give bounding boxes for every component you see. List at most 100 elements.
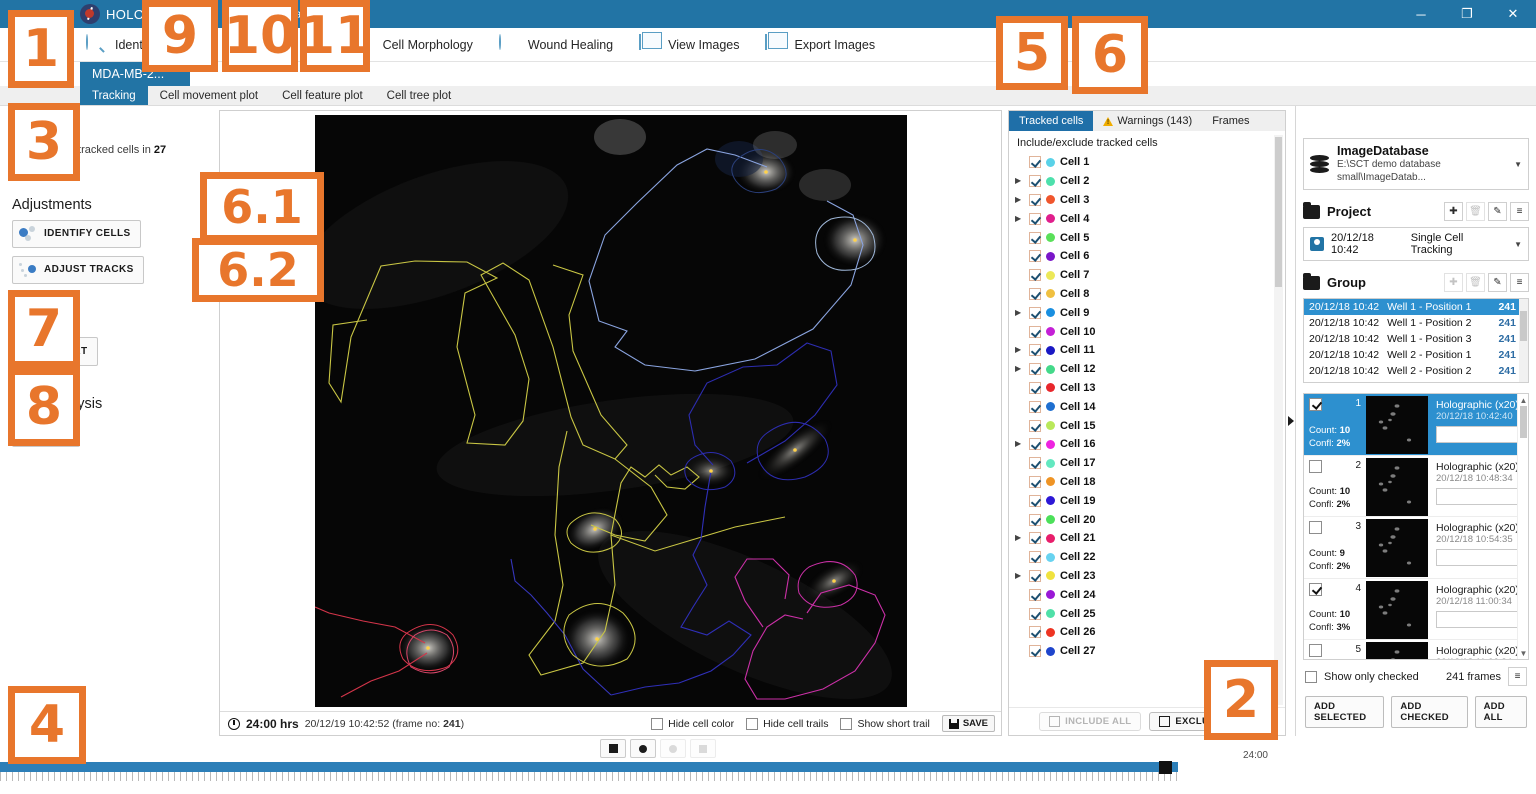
frame-note-input[interactable]: [1436, 549, 1522, 566]
jump-to-start-button[interactable]: [600, 739, 626, 758]
frame-thumbnail[interactable]: [1366, 642, 1428, 660]
frame-list-item[interactable]: 5Count: 9Confl: 3%Holographic (x20)20/12…: [1304, 640, 1528, 660]
cell-checkbox[interactable]: [1029, 589, 1041, 601]
cell-checkbox[interactable]: [1029, 551, 1041, 563]
frame-list-item[interactable]: 3Count: 9Confl: 2%Holographic (x20)20/12…: [1304, 517, 1528, 579]
cell-checkbox[interactable]: [1029, 401, 1041, 413]
group-list[interactable]: 20/12/18 10:42Well 1 - Position 124120/1…: [1303, 298, 1529, 383]
group-list-item[interactable]: 20/12/18 10:42Well 2 - Position 2241: [1304, 363, 1528, 379]
expand-cell-icon[interactable]: ▶: [1015, 309, 1024, 317]
frame-thumbnail[interactable]: [1366, 396, 1428, 453]
cell-list-item[interactable]: Cell 7: [1015, 266, 1285, 285]
frames-scrollbar[interactable]: ▲ ▼: [1517, 394, 1528, 659]
cell-checkbox[interactable]: [1029, 175, 1041, 187]
cell-checkbox[interactable]: [1029, 514, 1041, 526]
frame-checkbox[interactable]: [1309, 521, 1322, 534]
frame-note-input[interactable]: [1436, 611, 1522, 628]
expand-cell-icon[interactable]: ▶: [1015, 365, 1024, 373]
close-button[interactable]: ✕: [1490, 0, 1536, 28]
cell-list-item[interactable]: Cell 5: [1015, 228, 1285, 247]
frame-checkbox[interactable]: [1309, 644, 1322, 657]
cell-checkbox[interactable]: [1029, 495, 1041, 507]
group-scrollbar[interactable]: [1519, 299, 1528, 382]
tab-tracked-cells[interactable]: Tracked cells: [1009, 111, 1093, 131]
group-list-item[interactable]: 20/12/18 10:42Well 1 - Position 1241: [1304, 299, 1528, 315]
group-list-item[interactable]: 20/12/18 10:42Well 1 - Position 2241: [1304, 315, 1528, 331]
cell-checkbox[interactable]: [1029, 438, 1041, 450]
tracked-cells-scrollbar[interactable]: [1274, 135, 1283, 705]
add-selected-button[interactable]: ADD SELECTED: [1305, 696, 1384, 728]
ribbon-cell-morphology[interactable]: Cell Morphology: [383, 38, 473, 52]
cell-list-item[interactable]: Cell 17: [1015, 454, 1285, 473]
timeline-handle[interactable]: [1159, 761, 1172, 774]
frames-list[interactable]: 1Count: 10Confl: 2%Holographic (x20)20/1…: [1303, 393, 1529, 660]
chevron-down-icon[interactable]: ▼: [1514, 240, 1522, 249]
cell-checkbox[interactable]: [1029, 269, 1041, 281]
cell-checkbox[interactable]: [1029, 156, 1041, 168]
frame-list-item[interactable]: 1Count: 10Confl: 2%Holographic (x20)20/1…: [1304, 394, 1528, 456]
frame-note-input[interactable]: [1436, 426, 1522, 443]
show-short-trail-checkbox[interactable]: [840, 718, 852, 730]
expand-cell-icon[interactable]: ▶: [1015, 196, 1024, 204]
cell-list-item[interactable]: Cell 13: [1015, 379, 1285, 398]
expand-cell-icon[interactable]: ▶: [1015, 572, 1024, 580]
cell-checkbox[interactable]: [1029, 382, 1041, 394]
ribbon-wound-healing[interactable]: Wound Healing: [499, 35, 613, 55]
jump-to-end-button[interactable]: [690, 739, 716, 758]
group-list-item[interactable]: 20/12/18 10:42Well 1 - Position 3241: [1304, 331, 1528, 347]
step-back-button[interactable]: [630, 739, 656, 758]
scroll-down-icon[interactable]: ▼: [1519, 648, 1528, 658]
cell-checkbox[interactable]: [1029, 288, 1041, 300]
scroll-up-icon[interactable]: ▲: [1519, 395, 1528, 405]
group-list-item[interactable]: 20/12/18 10:42Well 2 - Position 1241: [1304, 347, 1528, 363]
minimize-button[interactable]: ─: [1398, 0, 1444, 28]
cell-list-item[interactable]: Cell 15: [1015, 416, 1285, 435]
database-selector[interactable]: ImageDatabase E:\SCT demo database small…: [1303, 138, 1529, 190]
chevron-down-icon[interactable]: ▼: [1514, 160, 1522, 169]
tracked-cells-list[interactable]: Cell 1▶Cell 2▶Cell 3▶Cell 4Cell 5Cell 6C…: [1009, 153, 1285, 707]
frame-list-item[interactable]: 4Count: 10Confl: 3%Holographic (x20)20/1…: [1304, 579, 1528, 641]
edit-project-button[interactable]: ✎: [1488, 202, 1507, 221]
maximize-button[interactable]: ❐: [1444, 0, 1490, 28]
sort-project-button[interactable]: ≡: [1510, 202, 1529, 221]
hide-cell-color-toggle[interactable]: Hide cell color: [651, 718, 734, 730]
step-forward-button[interactable]: [660, 739, 686, 758]
frame-checkbox[interactable]: [1309, 460, 1322, 473]
cell-checkbox[interactable]: [1029, 326, 1041, 338]
show-only-checked-checkbox[interactable]: [1305, 671, 1317, 683]
frame-thumbnail[interactable]: [1366, 519, 1428, 576]
expand-cell-icon[interactable]: ▶: [1015, 534, 1024, 542]
tab-cell-feature-plot[interactable]: Cell feature plot: [270, 86, 375, 105]
add-group-button[interactable]: ✚: [1444, 273, 1463, 292]
expand-cell-icon[interactable]: ▶: [1015, 346, 1024, 354]
frame-note-input[interactable]: [1436, 488, 1522, 505]
edit-group-button[interactable]: ✎: [1488, 273, 1507, 292]
cell-list-item[interactable]: ▶Cell 4: [1015, 209, 1285, 228]
cell-list-item[interactable]: Cell 22: [1015, 548, 1285, 567]
identify-cells-button[interactable]: IDENTIFY CELLS: [12, 220, 141, 248]
expand-cell-icon[interactable]: ▶: [1015, 440, 1024, 448]
cell-checkbox[interactable]: [1029, 608, 1041, 620]
cell-checkbox[interactable]: [1029, 645, 1041, 657]
cell-list-item[interactable]: Cell 24: [1015, 585, 1285, 604]
cell-checkbox[interactable]: [1029, 194, 1041, 206]
cell-checkbox[interactable]: [1029, 363, 1041, 375]
cell-list-item[interactable]: ▶Cell 2: [1015, 172, 1285, 191]
tab-warnings[interactable]: Warnings (143): [1093, 111, 1202, 131]
cell-list-item[interactable]: ▶Cell 12: [1015, 360, 1285, 379]
hide-cell-color-checkbox[interactable]: [651, 718, 663, 730]
tab-frames[interactable]: Frames: [1202, 111, 1259, 131]
cell-list-item[interactable]: Cell 14: [1015, 397, 1285, 416]
cell-list-item[interactable]: ▶Cell 11: [1015, 341, 1285, 360]
add-project-button[interactable]: ✚: [1444, 202, 1463, 221]
hide-cell-trails-toggle[interactable]: Hide cell trails: [746, 718, 828, 730]
ribbon-view-images[interactable]: View Images: [639, 35, 739, 55]
sort-group-button[interactable]: ≡: [1510, 273, 1529, 292]
include-all-button[interactable]: INCLUDE ALL: [1039, 712, 1141, 731]
cell-checkbox[interactable]: [1029, 420, 1041, 432]
cell-list-item[interactable]: ▶Cell 21: [1015, 529, 1285, 548]
panel-splitter[interactable]: [1286, 106, 1295, 736]
frame-thumbnail[interactable]: [1366, 581, 1428, 638]
cell-checkbox[interactable]: [1029, 476, 1041, 488]
delete-project-button[interactable]: 🗑: [1466, 202, 1485, 221]
